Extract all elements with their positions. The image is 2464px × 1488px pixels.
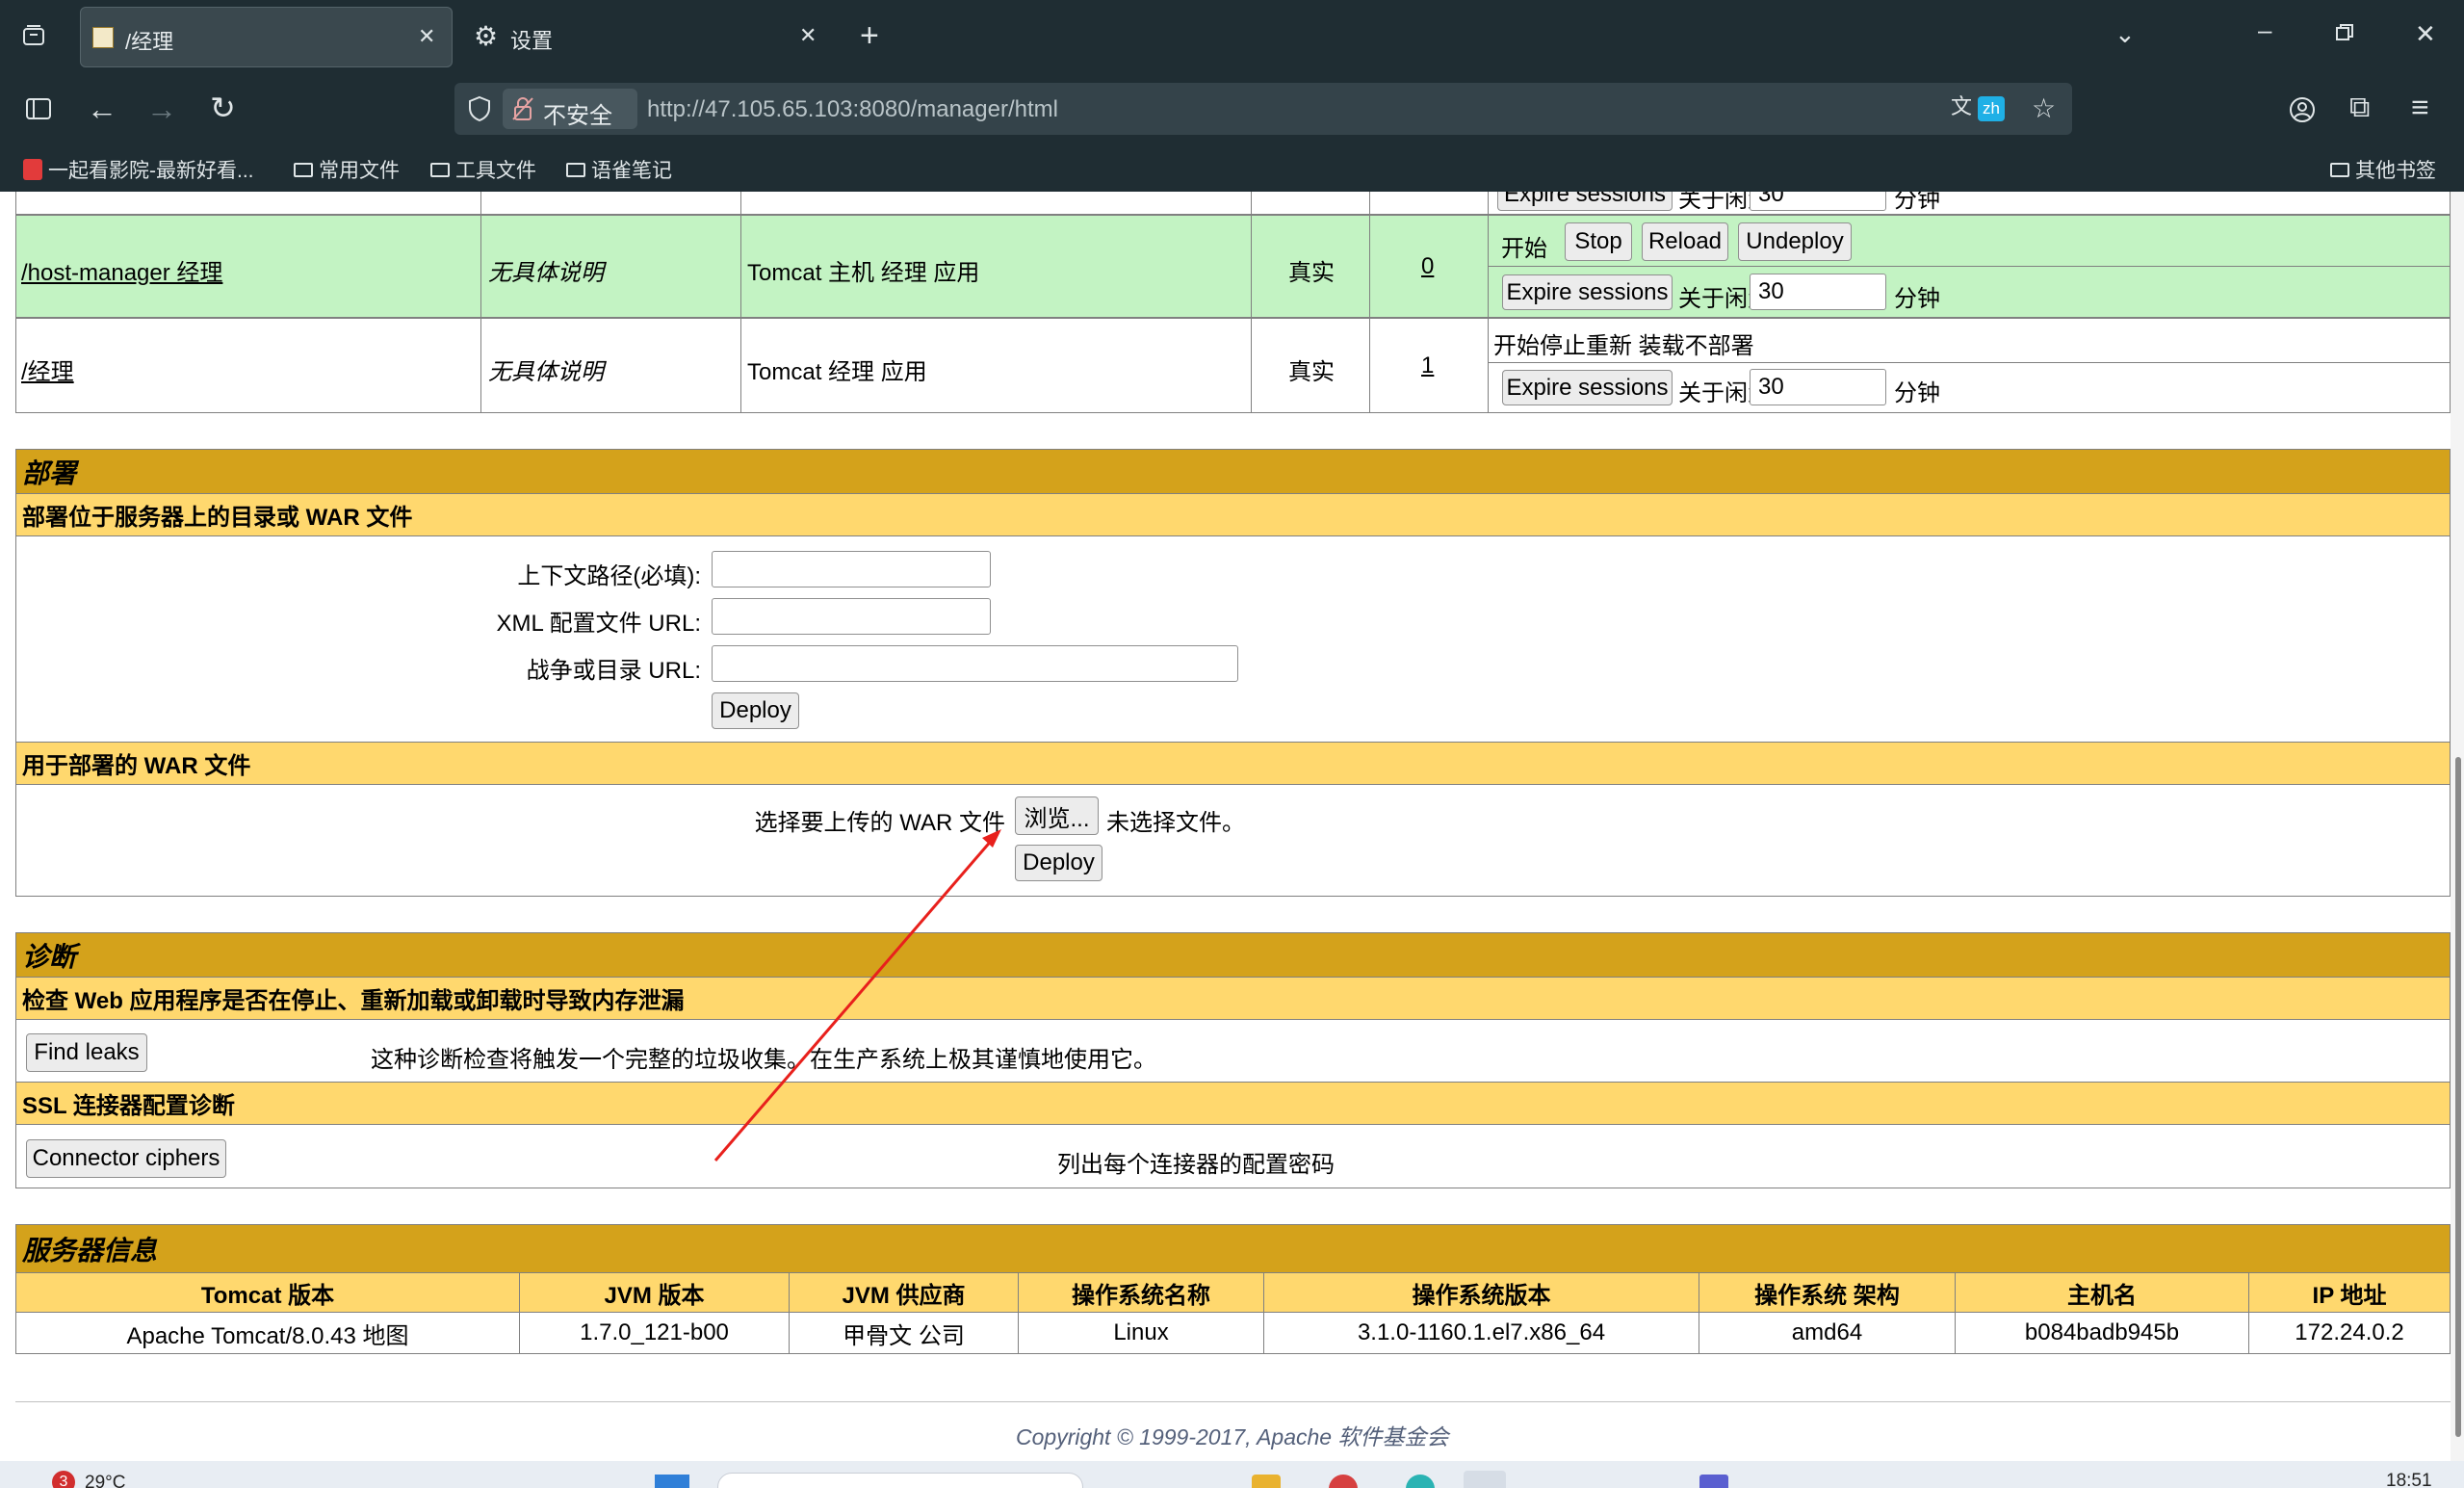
reload-icon[interactable]: ↻ [210, 92, 236, 123]
tab-manager[interactable]: /经理 ✕ [80, 7, 453, 67]
security-indicator[interactable]: 不安全 [503, 89, 637, 129]
other-bookmarks[interactable]: 其他书签 [2330, 155, 2436, 184]
taskbar-app-icon[interactable] [1406, 1475, 1435, 1488]
scrollbar-thumb[interactable] [2455, 757, 2461, 1437]
bookmarks-bar: 一起看影院-最新好看... 常用文件 工具文件 语雀笔记 其他书签 [0, 144, 2464, 192]
back-icon[interactable]: ← [87, 93, 117, 124]
taskbar-app-icon[interactable] [1699, 1475, 1728, 1488]
weather-temp[interactable]: 29°C [85, 1473, 125, 1488]
search-box[interactable] [717, 1473, 1083, 1488]
new-tab-icon[interactable]: + [860, 19, 879, 52]
taskbar-app-icon[interactable] [1464, 1471, 1506, 1488]
bookmark-label: 一起看影院-最新好看... [48, 160, 254, 182]
url-text[interactable]: http://47.105.65.103:8080/manager/html [647, 96, 1058, 123]
other-bookmarks-label: 其他书签 [2355, 160, 2436, 182]
taskbar-app-icon[interactable] [1329, 1475, 1358, 1488]
bookmark-folder[interactable]: 常用文件 [294, 155, 400, 184]
bookmark-label: 语雀笔记 [591, 160, 672, 182]
close-window-icon[interactable]: ✕ [2415, 21, 2436, 46]
bookmark-folder[interactable]: 语雀笔记 [566, 155, 672, 184]
vertical-scrollbar[interactable] [2451, 192, 2464, 1461]
lock-warning-icon [512, 96, 533, 125]
video-site-icon [23, 159, 42, 180]
folder-icon [566, 162, 585, 177]
weather-badge: 3 [52, 1471, 75, 1488]
annotation-arrow [713, 829, 1001, 1162]
taskbar: 3 29°C 18:51 [0, 1461, 2464, 1488]
folder-icon [294, 162, 313, 177]
bookmark-label: 工具文件 [455, 160, 536, 182]
account-icon[interactable] [2288, 95, 2317, 128]
forward-icon[interactable]: → [146, 93, 177, 124]
folder-icon [430, 162, 450, 177]
tab-title: 设置 [510, 29, 554, 53]
restore-icon[interactable] [2335, 21, 2354, 46]
close-tab-icon[interactable]: ✕ [418, 26, 435, 47]
address-bar[interactable]: 不安全 http://47.105.65.103:8080/manager/ht… [454, 83, 2072, 135]
shield-icon[interactable] [468, 95, 491, 126]
folder-icon [2330, 162, 2349, 177]
tab-title: /经理 [125, 30, 174, 54]
navigation-toolbar: ← → ↻ 不安全 http://47.105.65.103:8080/mana… [0, 74, 2464, 144]
extensions-icon[interactable]: ⧉ [2349, 93, 2370, 122]
tab-groups-icon[interactable] [21, 23, 46, 52]
bookmark-item[interactable]: 一起看影院-最新好看... [23, 155, 254, 184]
menu-icon[interactable]: ≡ [2411, 91, 2429, 122]
security-label: 不安全 [543, 103, 612, 129]
bookmark-label: 常用文件 [319, 160, 400, 182]
tomcat-favicon-icon [92, 27, 114, 48]
gear-icon: ⚙ [474, 21, 499, 51]
sidebar-toggle-icon[interactable] [25, 97, 52, 124]
bookmark-star-icon[interactable]: ☆ [2032, 95, 2056, 122]
bookmark-folder[interactable]: 工具文件 [430, 155, 536, 184]
translate-icon[interactable]: 文 [1951, 96, 1972, 117]
clock[interactable]: 18:51 [2386, 1471, 2432, 1488]
translate-badge[interactable]: zh [1978, 96, 2005, 121]
page-content: Expire sessions 关于闲置≥ 30 分钟 /host-manage… [0, 192, 2464, 1461]
tab-bar: /经理 ✕ ⚙ 设置 ✕ + ⌄ – ✕ [0, 0, 2464, 74]
close-tab-icon[interactable]: ✕ [799, 25, 817, 46]
taskbar-app-icon[interactable] [1252, 1475, 1281, 1488]
windows-start-icon[interactable] [655, 1475, 689, 1488]
tab-list-chevron-icon[interactable]: ⌄ [2114, 21, 2136, 46]
minimize-icon[interactable]: – [2258, 17, 2271, 42]
tab-settings[interactable]: ⚙ 设置 ✕ [462, 7, 828, 67]
